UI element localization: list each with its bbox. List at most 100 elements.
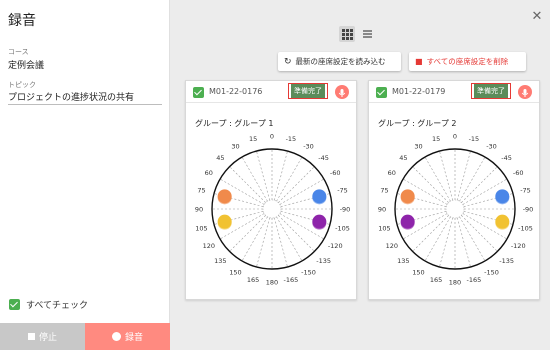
angle-label: -30 <box>486 142 497 150</box>
diagram-center-ring <box>445 199 465 219</box>
stop-icon <box>27 333 35 340</box>
list-view-button[interactable] <box>359 26 375 42</box>
angle-label: 135 <box>397 257 409 265</box>
delete-seats-label: すべての座席設定を削除 <box>426 57 509 66</box>
angle-spoke <box>412 215 449 252</box>
angle-spoke <box>241 156 268 202</box>
close-icon[interactable]: ✕ <box>530 10 544 24</box>
record-label: 録音 <box>124 333 143 343</box>
angle-label: 15 <box>249 135 257 143</box>
angle-label: 60 <box>205 169 213 177</box>
angle-label: -120 <box>511 242 526 250</box>
angle-label: 180 <box>266 279 278 287</box>
angle-label: 105 <box>378 224 390 232</box>
angle-spoke <box>424 156 451 202</box>
check-all-label: すべてチェック <box>26 301 89 311</box>
angle-spoke <box>457 217 471 268</box>
check-all-checkbox[interactable] <box>9 299 20 310</box>
seat-marker[interactable] <box>495 214 510 229</box>
status-label: 準備完了 <box>474 84 508 98</box>
seat-marker[interactable] <box>312 189 327 204</box>
angle-label: -135 <box>499 257 514 265</box>
reload-seats-label: 最新の座席設定を読み込む <box>295 57 386 66</box>
topic-label: トピック <box>8 81 36 89</box>
reload-seats-button[interactable]: ↻ 最新の座席設定を読み込む <box>278 52 401 71</box>
record-icon <box>111 332 121 341</box>
angle-spoke <box>278 166 315 203</box>
angle-spoke <box>459 216 486 262</box>
angle-label: -150 <box>301 269 316 277</box>
angle-label: 75 <box>380 187 388 195</box>
device-card: M01-22-0179 準備完了 グループ : グループ 2 0 15 30 45 60… <box>368 80 540 300</box>
seat-marker[interactable] <box>495 189 510 204</box>
microphone-icon[interactable] <box>518 85 532 99</box>
angle-label: -165 <box>467 276 482 284</box>
seat-marker[interactable] <box>312 214 327 229</box>
angle-spoke <box>459 156 486 202</box>
group-label: グループ : グループ 2 <box>378 119 457 128</box>
angle-spoke <box>439 150 453 201</box>
angle-label: 135 <box>214 257 226 265</box>
angle-label: 105 <box>195 224 207 232</box>
angle-label: 15 <box>432 135 440 143</box>
angle-spoke <box>229 166 266 203</box>
angle-label: 0 <box>453 133 457 141</box>
seat-direction-diagram[interactable]: 0153045607590105120135150165 180 -165-150-… <box>369 133 541 301</box>
angle-spoke <box>274 217 288 268</box>
angle-label: -15 <box>286 135 297 143</box>
angle-label: 150 <box>229 269 241 277</box>
trash-icon: ■ <box>415 57 423 66</box>
angle-label: -45 <box>501 154 512 162</box>
sidebar: 録音 コース 定例会議 トピック プロジェクトの進捗状況の共有 すべてチェック … <box>0 0 170 350</box>
course-label: コース <box>8 48 29 56</box>
device-checkbox[interactable] <box>193 87 204 98</box>
angle-label: 30 <box>231 142 239 150</box>
device-checkbox[interactable] <box>376 87 387 98</box>
record-button[interactable]: 録音 <box>85 323 170 350</box>
angle-label: -135 <box>316 257 331 265</box>
angle-label: 90 <box>378 206 386 214</box>
angle-label: 75 <box>197 187 205 195</box>
angle-spoke <box>439 217 453 268</box>
angle-spoke <box>412 166 449 203</box>
angle-label: -75 <box>520 187 531 195</box>
angle-label: -30 <box>303 142 314 150</box>
grid-view-button[interactable] <box>339 26 355 42</box>
seat-marker[interactable] <box>400 189 415 204</box>
seat-marker[interactable] <box>217 189 232 204</box>
angle-label: -45 <box>318 154 329 162</box>
topic-input[interactable]: プロジェクトの進捗状況の共有 <box>8 90 134 103</box>
angle-spoke <box>256 217 270 268</box>
status-badge: 準備完了 <box>471 83 511 99</box>
angle-label: -75 <box>337 187 348 195</box>
angle-spoke <box>461 166 498 203</box>
angle-label: 30 <box>414 142 422 150</box>
device-card: M01-22-0176 準備完了 グループ : グループ 1 0 15 30 45 60… <box>185 80 357 300</box>
diagram-center-ring <box>262 199 282 219</box>
angle-label: 45 <box>216 154 224 162</box>
refresh-icon: ↻ <box>284 56 292 67</box>
angle-spoke <box>461 215 498 252</box>
course-value[interactable]: 定例会議 <box>8 58 44 71</box>
angle-label: 165 <box>430 276 442 284</box>
seat-marker[interactable] <box>400 214 415 229</box>
angle-label: -105 <box>335 224 350 232</box>
angle-spoke <box>457 150 471 201</box>
angle-label: -120 <box>328 242 343 250</box>
group-label: グループ : グループ 1 <box>195 119 274 128</box>
check-all[interactable]: すべてチェック <box>9 298 88 311</box>
angle-spoke <box>256 150 270 201</box>
microphone-icon[interactable] <box>335 85 349 99</box>
status-label: 準備完了 <box>291 84 325 98</box>
delete-seats-button[interactable]: ■ すべての座席設定を削除 <box>409 52 526 71</box>
list-icon <box>362 30 372 38</box>
seat-direction-diagram[interactable]: 0153045607590105120135150165 180 -165-150-… <box>186 133 358 301</box>
device-card-header: M01-22-0176 準備完了 <box>186 81 356 103</box>
angle-spoke <box>424 216 451 262</box>
angle-spoke <box>278 215 315 252</box>
device-id: M01-22-0179 <box>392 87 446 96</box>
angle-spoke <box>276 156 303 202</box>
stop-button[interactable]: 停止 <box>0 323 85 350</box>
angle-label: -105 <box>518 224 533 232</box>
seat-marker[interactable] <box>217 214 232 229</box>
